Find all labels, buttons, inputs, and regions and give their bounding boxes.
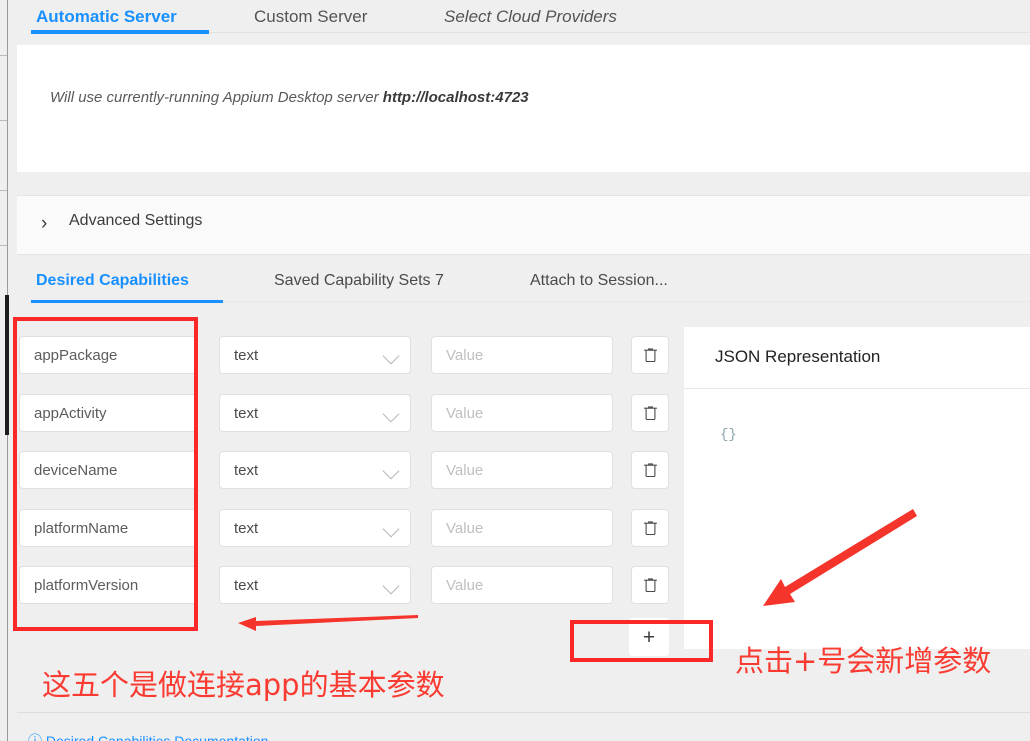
edge-tick xyxy=(0,245,7,246)
tab-bar-divider xyxy=(209,32,1030,33)
edge-tick xyxy=(0,190,7,191)
edge-tick xyxy=(0,120,7,121)
tab-desired-capabilities-label: Desired Capabilities xyxy=(36,272,189,289)
tab-custom-server[interactable]: Custom Server xyxy=(254,0,367,33)
tab-saved-capability-sets[interactable]: Saved Capability Sets 7 xyxy=(274,262,444,300)
capability-value-placeholder: Value xyxy=(446,346,484,364)
capability-tab-divider xyxy=(223,301,1030,302)
server-info-text: Will use currently-running Appium Deskto… xyxy=(50,89,529,106)
chevron-down-icon xyxy=(382,577,400,595)
tab-automatic-server-label: Automatic Server xyxy=(36,6,177,26)
tab-attach-to-session-label: Attach to Session... xyxy=(530,272,668,289)
advanced-settings-panel[interactable]: › Advanced Settings xyxy=(17,195,1030,255)
capability-type-select[interactable]: text xyxy=(219,394,411,432)
chevron-down-icon xyxy=(382,405,400,423)
appium-desired-capabilities-screen: Automatic Server Custom Server Select Cl… xyxy=(0,0,1030,741)
tab-desired-capabilities[interactable]: Desired Capabilities xyxy=(36,262,189,300)
capability-value-input[interactable]: Value xyxy=(431,451,613,489)
capability-type-value: text xyxy=(234,346,259,364)
capability-type-value: text xyxy=(234,404,259,422)
capability-type-value: text xyxy=(234,576,259,594)
tab-attach-to-session[interactable]: Attach to Session... xyxy=(530,262,668,300)
chevron-right-icon: › xyxy=(41,213,48,234)
annotation-box-capabilities xyxy=(13,317,198,631)
trash-icon xyxy=(643,578,657,593)
annotation-box-add-button xyxy=(570,620,713,662)
capability-value-placeholder: Value xyxy=(446,576,484,594)
trash-icon xyxy=(643,406,657,421)
trash-icon xyxy=(643,463,657,478)
capability-value-placeholder: Value xyxy=(446,461,484,479)
documentation-link-label: Desired Capabilities Documentation xyxy=(45,733,269,741)
capability-type-select[interactable]: text xyxy=(219,451,411,489)
edge-tick xyxy=(0,55,7,56)
desired-capabilities-documentation-link[interactable]: ⓘ Desired Capabilities Documentation xyxy=(28,731,268,741)
tab-select-cloud-providers-label: Select Cloud Providers xyxy=(444,6,617,26)
json-panel-header: JSON Representation xyxy=(684,327,1030,389)
annotation-text-capabilities: 这五个是做连接app的基本参数 xyxy=(42,668,445,702)
server-info-url: http://localhost:4723 xyxy=(382,89,529,106)
chevron-down-icon xyxy=(382,347,400,365)
capability-tab-bar: Desired Capabilities Saved Capability Se… xyxy=(14,262,1030,304)
delete-capability-button[interactable] xyxy=(631,394,669,432)
capability-type-select[interactable]: text xyxy=(219,509,411,547)
json-panel-content: {} xyxy=(720,427,737,443)
delete-capability-button[interactable] xyxy=(631,451,669,489)
advanced-settings-label: Advanced Settings xyxy=(69,212,203,229)
tab-custom-server-label: Custom Server xyxy=(254,6,368,26)
chevron-down-icon xyxy=(382,520,400,538)
capability-value-input[interactable]: Value xyxy=(431,509,613,547)
capability-value-input[interactable]: Value xyxy=(431,336,613,374)
capability-type-select[interactable]: text xyxy=(219,336,411,374)
active-tab-indicator xyxy=(31,30,209,34)
annotation-arrow-to-json-panel xyxy=(763,509,917,606)
server-info-card: Will use currently-running Appium Deskto… xyxy=(17,45,1030,172)
trash-icon xyxy=(643,521,657,536)
trash-icon xyxy=(643,348,657,363)
capability-type-value: text xyxy=(234,519,259,537)
annotation-text-add-button: 点击+号会新增参数 xyxy=(735,644,992,678)
delete-capability-button[interactable] xyxy=(631,336,669,374)
tab-automatic-server[interactable]: Automatic Server xyxy=(36,0,177,33)
capability-type-select[interactable]: text xyxy=(219,566,411,604)
server-info-prefix: Will use currently-running Appium Deskto… xyxy=(50,89,383,106)
server-tab-bar: Automatic Server Custom Server Select Cl… xyxy=(14,0,1030,34)
capability-value-placeholder: Value xyxy=(446,519,484,537)
tab-select-cloud-providers[interactable]: Select Cloud Providers xyxy=(444,0,617,33)
json-panel-title: JSON Representation xyxy=(715,347,881,366)
delete-capability-button[interactable] xyxy=(631,509,669,547)
delete-capability-button[interactable] xyxy=(631,566,669,604)
capability-value-input[interactable]: Value xyxy=(431,394,613,432)
active-capability-tab-indicator xyxy=(31,300,223,303)
annotation-arrow-to-capabilities xyxy=(238,615,418,631)
footer-divider xyxy=(17,712,1030,713)
capability-type-value: text xyxy=(234,461,259,479)
capability-value-input[interactable]: Value xyxy=(431,566,613,604)
capability-value-placeholder: Value xyxy=(446,404,484,422)
tab-saved-capability-sets-label: Saved Capability Sets 7 xyxy=(274,272,444,289)
chevron-down-icon xyxy=(382,462,400,480)
external-link-icon: ⓘ xyxy=(28,733,42,741)
